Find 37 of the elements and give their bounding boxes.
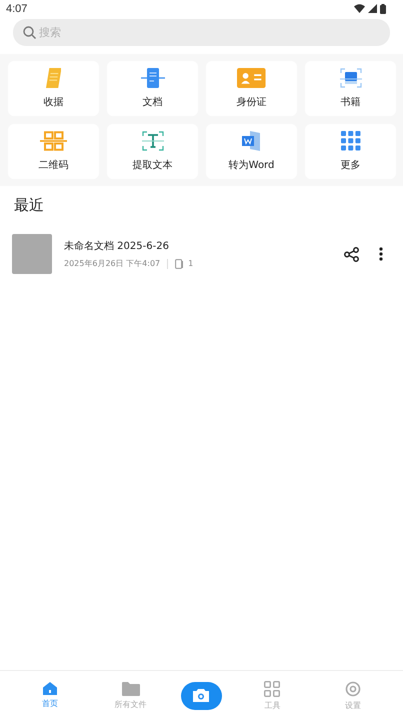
- page-count: 1: [188, 259, 194, 268]
- qr-code-icon: [40, 131, 68, 151]
- grid-icon: [264, 680, 280, 696]
- battery-icon: [380, 4, 386, 14]
- tool-tile[interactable]: 更多: [305, 124, 396, 179]
- receipt-icon: [46, 68, 62, 88]
- tool-tile[interactable]: 提取文本: [107, 124, 198, 179]
- more-options-icon[interactable]: [379, 247, 383, 261]
- section-title: 最近: [13, 195, 45, 215]
- status-time: 4:07: [6, 2, 28, 14]
- camera-icon: [193, 689, 210, 702]
- wifi-icon: [354, 4, 365, 13]
- document-icon: [140, 68, 164, 88]
- text-scan-icon: [142, 131, 164, 151]
- tool-tile[interactable]: 二维码: [8, 124, 99, 179]
- tool-tile[interactable]: 书籍: [305, 61, 396, 116]
- settings-icon: [344, 680, 361, 696]
- signal-icon: [368, 4, 377, 13]
- document-name: 未命名文档 2025-6-26: [64, 240, 170, 253]
- document-date: 2025年6月26日 下午4:07: [64, 258, 160, 269]
- page-icon: [175, 258, 184, 268]
- document-row[interactable]: 未命名文档 2025-6-26 2025年6月26日 下午4:07 1: [0, 234, 403, 274]
- home-icon: [43, 682, 58, 695]
- tool-tile[interactable]: 转为Word: [206, 124, 297, 179]
- tool-tile[interactable]: 身份证: [206, 61, 297, 116]
- folder-icon: [122, 682, 140, 696]
- camera-button[interactable]: [180, 682, 222, 710]
- share-icon[interactable]: [344, 246, 359, 262]
- tool-tile[interactable]: 收据: [8, 61, 99, 116]
- id-card-icon: [237, 68, 266, 88]
- document-thumbnail: [12, 234, 52, 274]
- search-field[interactable]: 搜索: [13, 19, 390, 46]
- tool-tile[interactable]: 文档: [107, 61, 198, 116]
- grid-icon: [340, 131, 360, 151]
- word-document-icon: [242, 131, 262, 151]
- search-icon: [23, 26, 36, 39]
- book-scan-icon: [340, 68, 362, 88]
